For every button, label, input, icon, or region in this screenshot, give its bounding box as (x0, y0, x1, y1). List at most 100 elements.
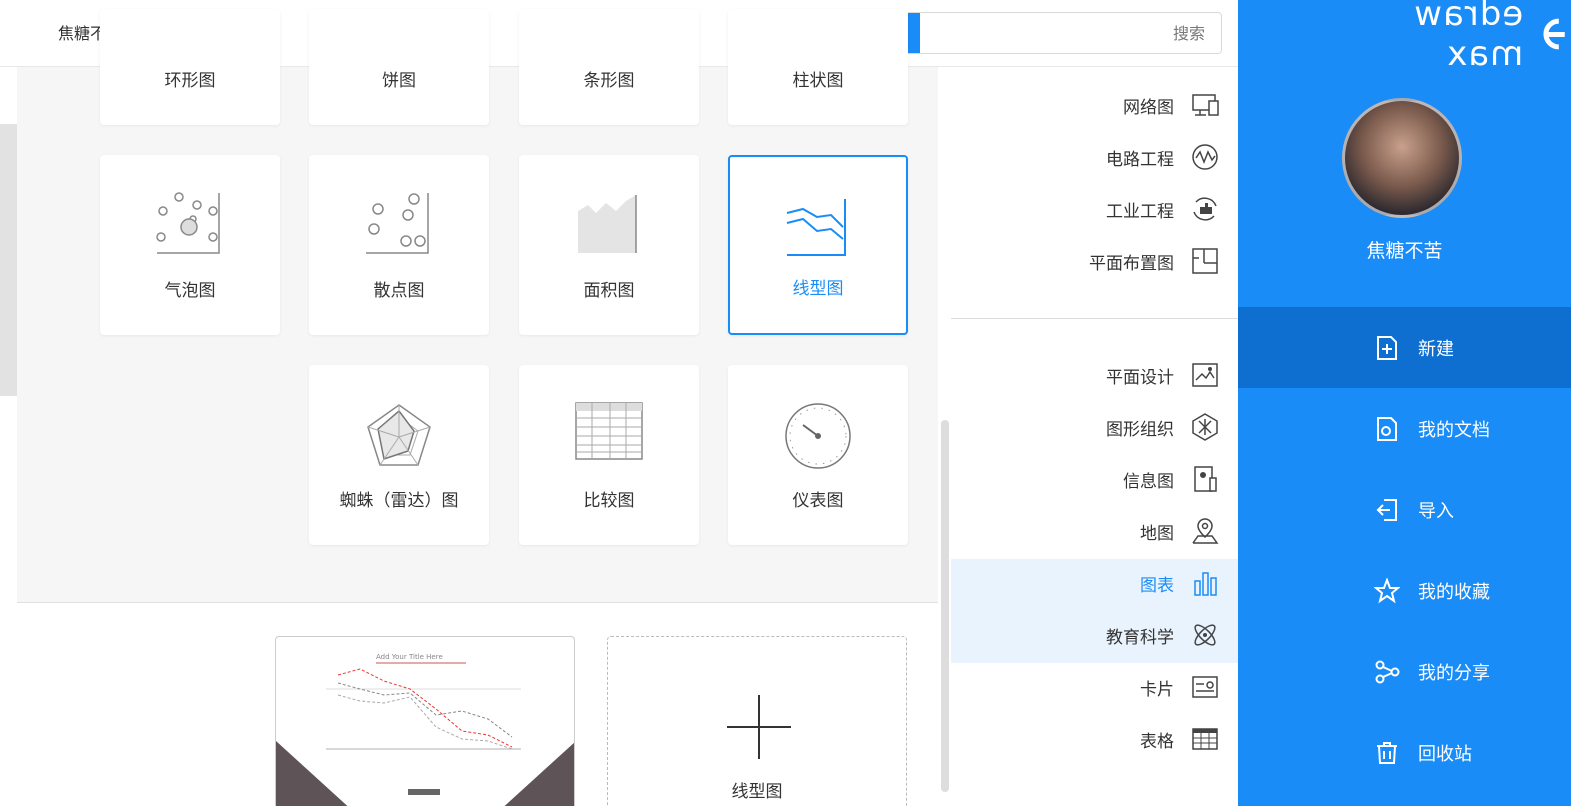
chart-type-label: 比较图 (583, 491, 635, 511)
category-graphic-design[interactable]: 平面设计 (1106, 349, 1220, 401)
sidebar-nav: 新建 我的文档 导入 我的收藏 我的分享 回收站 (1238, 307, 1571, 793)
sidebar-item-trash[interactable]: 回收站 (1238, 712, 1571, 793)
sidebar-item-label: 新建 (1418, 338, 1454, 360)
left-panel-edge (0, 124, 17, 396)
category-label: 卡片 (1140, 679, 1174, 700)
category-industry[interactable]: 工业工程 (1106, 183, 1220, 235)
sidebar-user-name: 焦糖不苦 (1366, 240, 1443, 262)
sidebar-item-label: 我的分享 (1418, 662, 1490, 684)
category-graphic-organizer[interactable]: 图形组织 (1106, 401, 1220, 453)
chart-type-label: 蜘蛛（雷达）图 (339, 491, 459, 511)
sidebar-item-label: 回收站 (1418, 743, 1472, 765)
plus-icon (727, 695, 791, 759)
category-education-science[interactable]: 教育科学 (1106, 609, 1220, 661)
map-pin-icon (1192, 518, 1219, 544)
category-label: 地图 (1140, 523, 1174, 544)
category-charts[interactable]: 图表 (1140, 557, 1220, 609)
category-label: 平面设计 (1106, 367, 1174, 388)
area-chart-icon (578, 195, 637, 253)
sidebar-item-share[interactable]: 我的分享 (1238, 631, 1571, 712)
gauge-chart-icon (785, 403, 851, 469)
star-icon (1374, 577, 1400, 604)
logo-text: edraw max (1413, 0, 1524, 74)
category-cards[interactable]: 卡片 (1140, 661, 1220, 713)
new-template-label: 线型图 (731, 782, 783, 802)
import-icon (1374, 497, 1400, 523)
industry-icon (1193, 197, 1217, 221)
template-thumbnail (276, 662, 574, 806)
chart-type-card[interactable]: 环形图 (100, 9, 280, 125)
table-icon (1192, 728, 1218, 750)
trash-icon (1374, 740, 1400, 766)
bar-chart-icon (1194, 572, 1217, 596)
category-network[interactable]: 网络图 (1123, 79, 1220, 131)
category-circuit[interactable]: 电路工程 (1106, 131, 1220, 183)
category-panel: 网络图 电路工程 工业工程 平面布置图 平面设计 图形组织 信息图 地图 图表 … (951, 67, 1238, 806)
graphic-organizer-icon (1192, 413, 1218, 441)
category-divider (951, 318, 1238, 319)
category-label: 工业工程 (1106, 201, 1174, 222)
chart-type-card-comparison[interactable]: 比较图 (519, 365, 699, 545)
new-blank-template[interactable]: 线型图 (607, 636, 907, 806)
circuit-icon (1192, 144, 1218, 170)
bubble-chart-icon (156, 192, 220, 254)
edraw-logo-icon (1543, 18, 1566, 50)
chart-type-card-scatter[interactable]: 散点图 (309, 155, 489, 335)
comparison-table-icon (575, 402, 643, 460)
sidebar-item-new[interactable]: 新建 (1238, 307, 1571, 388)
category-label: 表格 (1140, 731, 1174, 752)
chart-type-label: 面积图 (583, 281, 635, 301)
infographic-icon (1194, 466, 1217, 492)
category-label: 教育科学 (1106, 627, 1174, 648)
sidebar-item-favorites[interactable]: 我的收藏 (1238, 550, 1571, 631)
chart-type-card-radar[interactable]: 蜘蛛（雷达）图 (309, 365, 489, 545)
network-icon (1192, 94, 1219, 116)
scrollbar[interactable] (941, 420, 949, 792)
category-tables[interactable]: 表格 (1140, 713, 1220, 765)
chart-type-label: 仪表图 (792, 491, 844, 511)
scatter-chart-icon (366, 193, 429, 254)
chart-type-label: 环形图 (164, 71, 216, 91)
sidebar-item-label: 导入 (1418, 500, 1454, 522)
image-icon (1192, 363, 1218, 387)
sidebar-item-my-documents[interactable]: 我的文档 (1238, 388, 1571, 469)
search-input[interactable] (920, 13, 1221, 53)
category-infographic[interactable]: 信息图 (1123, 453, 1220, 505)
chart-type-card-line[interactable]: 线型图 (728, 155, 908, 335)
document-icon (1374, 416, 1400, 442)
card-icon (1192, 676, 1218, 698)
category-map[interactable]: 地图 (1140, 505, 1220, 557)
chart-type-label: 气泡图 (164, 281, 216, 301)
logo[interactable]: edraw max (1326, 0, 1571, 74)
category-label: 信息图 (1123, 471, 1174, 492)
sidebar-item-label: 我的收藏 (1418, 581, 1490, 603)
chart-type-card-area[interactable]: 面积图 (519, 155, 699, 335)
sidebar-item-label: 我的文档 (1418, 419, 1490, 441)
radar-chart-icon (367, 404, 431, 466)
main-sidebar: edraw max 焦糖不苦 新建 我的文档 导入 我的收藏 我的分享 回收站 (1238, 0, 1571, 806)
sidebar-item-import[interactable]: 导入 (1238, 469, 1571, 550)
category-floorplan[interactable]: 平面布置图 (1089, 235, 1220, 287)
category-label: 图形组织 (1106, 419, 1174, 440)
new-file-icon (1374, 335, 1400, 361)
chart-type-label: 柱状图 (792, 71, 844, 91)
chart-type-label: 散点图 (373, 281, 425, 301)
chart-type-grid: 柱状图 条形图 饼图 环形图 线型图 面积图 散点图 气泡图 仪表图 比较图 蜘… (17, 9, 938, 603)
avatar[interactable] (1342, 98, 1462, 218)
share-icon (1374, 659, 1400, 685)
chart-type-card-gauge[interactable]: 仪表图 (728, 365, 908, 545)
floorplan-icon (1192, 248, 1218, 274)
chart-type-card[interactable]: 饼图 (309, 9, 489, 125)
category-label: 电路工程 (1106, 149, 1174, 170)
category-label: 平面布置图 (1089, 253, 1174, 274)
chart-type-card[interactable]: 柱状图 (728, 9, 908, 125)
chart-type-label: 线型图 (792, 279, 844, 299)
chart-type-card-bubble[interactable]: 气泡图 (100, 155, 280, 335)
chart-type-label: 条形图 (583, 71, 635, 91)
template-preview[interactable]: Add Your Title Here (275, 636, 575, 806)
atom-icon (1194, 624, 1216, 646)
chart-type-card[interactable]: 条形图 (519, 9, 699, 125)
category-label: 图表 (1140, 575, 1174, 596)
category-label: 网络图 (1123, 97, 1174, 118)
app-root: 焦糖不苦 搜索 柱状图 条形图 饼图 环形图 线型图 面积图 散点图 气泡图 仪… (0, 0, 1571, 806)
